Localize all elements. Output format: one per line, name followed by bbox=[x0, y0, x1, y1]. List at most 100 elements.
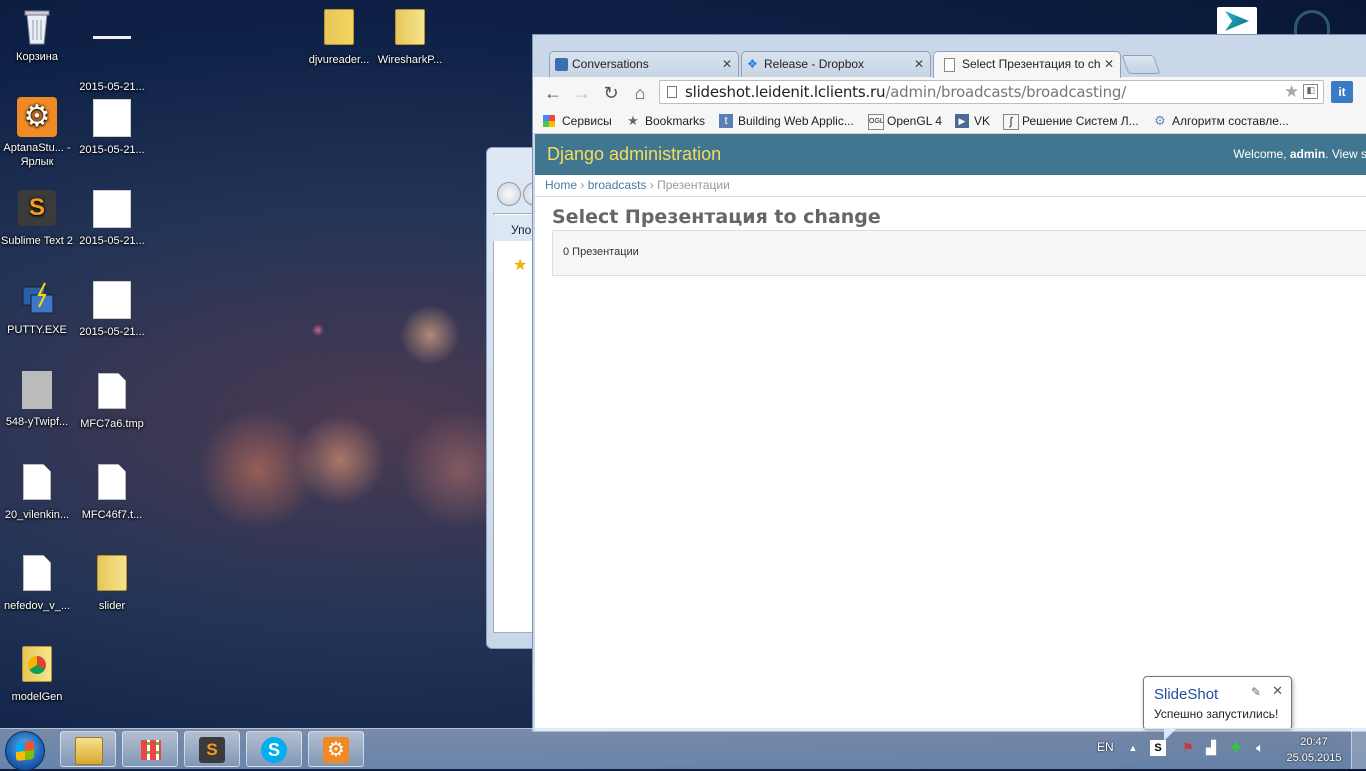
explorer-folder-icon bbox=[75, 737, 103, 765]
network-signal-icon[interactable]: ▟ bbox=[1203, 740, 1219, 756]
desktop-icon-file[interactable]: 2015-05-21... bbox=[75, 97, 149, 157]
desktop-icon-folder[interactable]: slider bbox=[75, 552, 149, 613]
clock-date: 25.05.2015 bbox=[1286, 752, 1342, 764]
desktop-icon-file[interactable]: 2015-05-21... bbox=[75, 188, 149, 248]
bookmark-label: Алгоритм составле... bbox=[1172, 114, 1289, 128]
bookmark-label: VK bbox=[974, 114, 991, 128]
formula-icon: ∫ bbox=[1003, 114, 1019, 130]
tab-conversations[interactable]: Conversations ✕ bbox=[549, 51, 739, 77]
pin-icon[interactable]: ✎ bbox=[1251, 685, 1261, 699]
tab-close-icon[interactable]: ✕ bbox=[1100, 52, 1114, 77]
show-hidden-icons-icon[interactable]: ▲ bbox=[1125, 740, 1141, 756]
taskbar-explorer[interactable] bbox=[60, 731, 116, 767]
action-center-flag-icon[interactable]: ⚑ bbox=[1180, 740, 1196, 756]
page-viewport: Django administration Welcome, admin. Vi… bbox=[535, 134, 1366, 731]
desktop-icon-label: 20_vilenkin... bbox=[4, 509, 70, 521]
extension-icon[interactable]: ◧ bbox=[1303, 84, 1318, 99]
top-right-circle-icon[interactable] bbox=[1294, 10, 1330, 35]
apps-grid-icon bbox=[543, 115, 555, 127]
tab-label: Conversations bbox=[572, 57, 649, 71]
taskbar: S S ⚙ EN ▲ S ⚑ ▟ ✚ 🔈︎ 20:47 25.05.2015 bbox=[0, 728, 1366, 771]
desktop-icon-image[interactable]: 548-yTwipf... bbox=[0, 370, 74, 429]
file-icon bbox=[17, 555, 57, 595]
skype-icon: S bbox=[261, 737, 287, 763]
desktop-icon-file[interactable]: MFC46f7.t... bbox=[75, 461, 149, 522]
bookmark-building-web-apps[interactable]: t Building Web Applic... bbox=[719, 112, 854, 130]
start-button[interactable] bbox=[5, 731, 45, 771]
breadcrumb-home-link[interactable]: Home bbox=[545, 178, 577, 192]
site-title[interactable]: Django administration bbox=[547, 144, 721, 164]
desktop-icon-label: nefedov_v_... bbox=[3, 600, 71, 612]
desktop-icon-putty[interactable]: PUTTY.EXE bbox=[0, 279, 74, 337]
bookmark-vk[interactable]: ▶ VK bbox=[955, 112, 990, 130]
sublime-text-icon: S bbox=[17, 190, 57, 230]
sublime-text-icon: S bbox=[199, 737, 225, 763]
notification-title: SlideShot bbox=[1154, 686, 1219, 703]
changelist-box: 0 Презентации bbox=[552, 230, 1366, 276]
volume-icon[interactable]: 🔈︎ bbox=[1252, 740, 1268, 756]
desktop-icon-file[interactable]: 20_vilenkin... bbox=[0, 461, 74, 522]
bookmark-star-icon[interactable]: ★ bbox=[1284, 81, 1299, 103]
desktop-icon-file[interactable]: nefedov_v_... bbox=[0, 552, 74, 613]
desktop-icon-label: Sublime Text 2 bbox=[1, 235, 73, 247]
bookmark-services[interactable]: Сервисы bbox=[543, 112, 612, 130]
clock-time: 20:47 bbox=[1300, 736, 1328, 748]
tab-label: Release - Dropbox bbox=[764, 57, 865, 71]
back-circle-button[interactable] bbox=[497, 182, 521, 206]
bookmark-linear-systems[interactable]: ∫ Решение Систем Л... bbox=[1003, 112, 1139, 130]
tab-dropbox[interactable]: ❖ Release - Dropbox ✕ bbox=[741, 51, 931, 77]
top-right-app-icon[interactable] bbox=[1217, 7, 1257, 35]
desktop-icon-file[interactable]: 2015-05-21... bbox=[75, 279, 149, 339]
desktop-icon-label: 2015-05-21... bbox=[79, 144, 145, 156]
tab-close-icon[interactable]: ✕ bbox=[914, 52, 924, 77]
page-info-icon[interactable] bbox=[667, 86, 677, 98]
image-thumbnail-icon bbox=[92, 99, 132, 139]
forward-arrow-icon[interactable]: → bbox=[570, 81, 594, 105]
language-indicator[interactable]: EN bbox=[1097, 740, 1114, 754]
ogl-icon: OGL bbox=[868, 114, 884, 130]
gear-icon: ⚙ bbox=[1154, 113, 1166, 128]
close-icon[interactable]: ✕ bbox=[1272, 683, 1283, 699]
desktop-icon-label: 2015-05-21... bbox=[79, 235, 145, 247]
bookmark-algorithm[interactable]: ⚙ Алгоритм составле... bbox=[1153, 112, 1289, 130]
desktop-icon-label: slider bbox=[98, 600, 126, 612]
tab-select-presentation[interactable]: Select Презентация to ch ✕ bbox=[933, 51, 1121, 78]
tray-notification[interactable]: SlideShot Успешно запустились! ✎ ✕ bbox=[1143, 676, 1292, 741]
new-tab-button[interactable] bbox=[1121, 55, 1161, 74]
clock[interactable]: 20:47 25.05.2015 bbox=[1282, 734, 1346, 766]
desktop-icon-folder[interactable]: WiresharkP... bbox=[373, 6, 447, 67]
url-host: slideshot.leidenit.lclients.ru bbox=[685, 83, 886, 101]
desktop-icon-label: 2015-05-21... bbox=[79, 81, 145, 93]
recycle-bin-icon bbox=[17, 6, 57, 46]
bookmark-label: Building Web Applic... bbox=[738, 114, 854, 128]
desktop-icon-sublime[interactable]: S Sublime Text 2 bbox=[0, 188, 74, 248]
browser-toolbar: ← → ↻ ⌂ slideshot.leidenit.lclients.ru/a… bbox=[533, 77, 1366, 110]
slideshot-tray-icon[interactable]: S bbox=[1150, 740, 1166, 756]
taskbar-sublime[interactable]: S bbox=[184, 731, 240, 767]
image-thumbnail-icon bbox=[92, 190, 132, 230]
desktop-icon-folder[interactable]: djvureader... bbox=[302, 6, 376, 67]
bookmarks-bar: Сервисы ★ Bookmarks t Building Web Appli… bbox=[533, 109, 1366, 134]
desktop-icon-aptana[interactable]: ⚙ AptanaStu... - Ярлык bbox=[0, 97, 74, 169]
image-thumbnail-icon bbox=[92, 36, 132, 76]
desktop-icon-folder[interactable]: modelGen bbox=[0, 643, 74, 704]
desktop-icon-file[interactable]: 2015-05-21... bbox=[75, 6, 149, 94]
bookmark-bookmarks[interactable]: ★ Bookmarks bbox=[626, 112, 705, 130]
taskbar-skype[interactable]: S bbox=[246, 731, 302, 767]
home-icon[interactable]: ⌂ bbox=[628, 81, 652, 105]
view-site-link[interactable]: . View sit bbox=[1325, 147, 1366, 161]
show-desktop-button[interactable] bbox=[1351, 729, 1366, 769]
back-arrow-icon[interactable]: ← bbox=[541, 81, 565, 105]
breadcrumb-app-link[interactable]: broadcasts bbox=[588, 178, 647, 192]
taskbar-aptana[interactable]: ⚙ bbox=[308, 731, 364, 767]
desktop-icon-recycle-bin[interactable]: Корзина bbox=[0, 6, 74, 64]
extension-button[interactable]: it bbox=[1331, 81, 1353, 103]
desktop-icon-file[interactable]: MFC7a6.tmp bbox=[75, 370, 149, 431]
desktop-icon-label: WiresharkP... bbox=[377, 54, 443, 66]
bookmark-opengl[interactable]: OGL OpenGL 4 bbox=[868, 112, 942, 130]
address-bar[interactable]: slideshot.leidenit.lclients.ru/admin/bro… bbox=[659, 80, 1324, 104]
tab-close-icon[interactable]: ✕ bbox=[722, 52, 732, 77]
reload-icon[interactable]: ↻ bbox=[599, 81, 623, 105]
taskbar-chrome-apps[interactable] bbox=[122, 731, 178, 767]
security-shield-icon[interactable]: ✚ bbox=[1228, 740, 1244, 756]
